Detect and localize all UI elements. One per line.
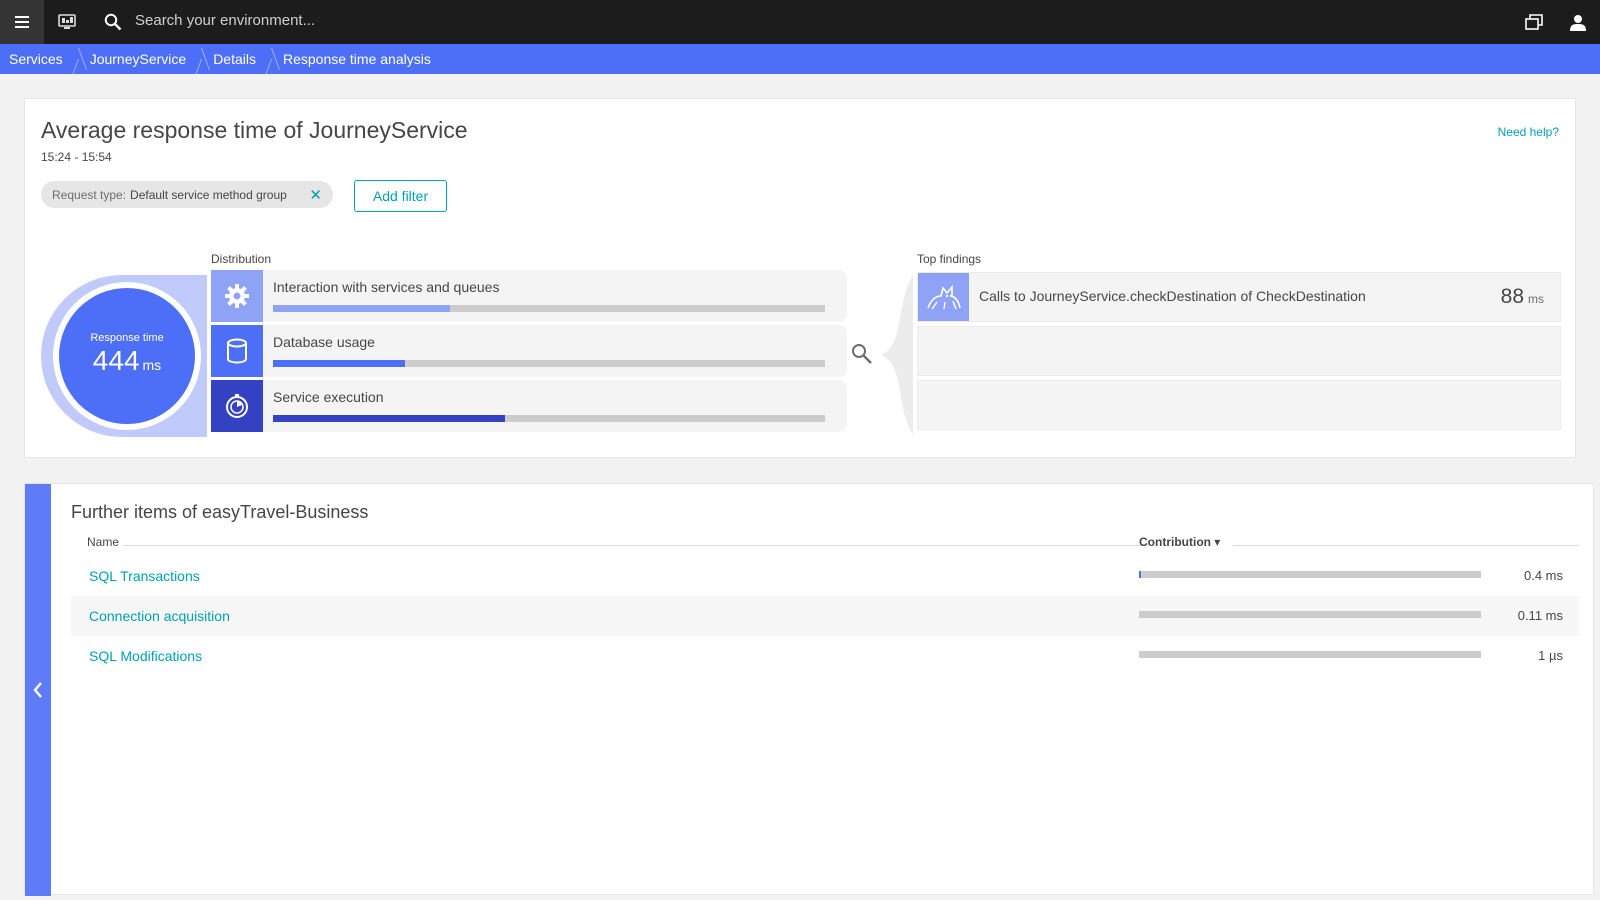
contribution-value: 0.11 ms [1517,608,1563,623]
response-time-label: Response time [90,332,164,344]
item-link-sql-modifications[interactable]: SQL Modifications [89,648,202,664]
search-button[interactable] [98,0,128,44]
distribution-row-services[interactable]: Interaction with services and queues [211,270,847,322]
findings-connector [881,275,913,435]
dist-icon-box-0 [211,270,263,322]
user-icon [1570,14,1586,31]
filter-chip: Request type: Default service method gro… [41,181,333,208]
distribution-row-execution[interactable]: Service execution [211,380,847,432]
table-row: SQL Transactions 0.4 ms [71,556,1579,596]
dist-icon-box-1 [211,325,263,377]
stopwatch-icon [226,394,248,418]
page-title: Average response time of JourneyService [41,117,468,143]
filter-value: Default service method group [130,187,287,202]
response-time-value-line: 444 ms [59,345,195,377]
finding-row[interactable]: Calls to JourneyService.checkDestination… [917,272,1561,322]
finding-value-line: 88 ms [1501,285,1544,309]
further-items-panel: Further items of easyTravel-Business Nam… [24,483,1594,896]
dist-name-2: Service execution [273,389,384,405]
breadcrumb-current: Response time analysis [282,51,431,67]
search-icon [104,13,122,31]
top-findings-label: Top findings [917,252,982,266]
response-time-inner: Response time 444 ms [59,288,195,424]
contribution-fill-0 [1139,571,1142,578]
collapse-panel-button[interactable] [25,484,51,896]
header-divider [1233,545,1579,546]
search-input[interactable]: Search your environment... [135,12,315,29]
breadcrumb: Services JourneyService Details Response… [0,44,1600,74]
contribution-value: 1 µs [1538,648,1563,663]
item-link-sql-transactions[interactable]: SQL Transactions [89,568,200,584]
magnifier-icon [852,344,872,364]
dashboard-button[interactable] [50,0,84,44]
need-help-link[interactable]: Need help? [1498,125,1559,139]
dist-bar-1 [273,360,825,367]
response-time-unit: ms [142,357,162,373]
dist-fill-1 [273,360,406,367]
table-row: Connection acquisition 0.11 ms [71,596,1579,636]
dist-bar-0 [273,305,825,312]
contribution-bar-2 [1139,651,1481,658]
finding-row-empty-1 [917,326,1561,376]
distribution-row-database[interactable]: Database usage [211,325,847,377]
finding-unit: ms [1528,292,1544,306]
dist-icon-box-2 [211,380,263,432]
tomcat-icon [926,284,961,310]
breadcrumb-services[interactable]: Services [0,44,81,74]
filter-key: Request type: [52,187,127,202]
dist-name-0: Interaction with services and queues [273,279,500,295]
further-items-title: Further items of easyTravel-Business [71,502,369,522]
database-icon [227,338,247,364]
contribution-bar-1 [1139,611,1481,618]
dist-bar-2 [273,415,825,422]
chevron-left-icon [33,682,42,698]
timeframe: 15:24 - 15:54 [41,150,112,164]
distribution-label: Distribution [211,252,272,266]
dist-fill-2 [273,415,505,422]
dashboard-icon [58,14,76,29]
table-row: SQL Modifications 1 µs [71,636,1579,676]
remove-filter-icon[interactable]: ✕ [309,186,322,204]
add-filter-button[interactable]: Add filter [354,180,447,212]
user-button[interactable] [1562,0,1594,44]
contribution-bar-0 [1139,571,1481,578]
windows-button[interactable] [1518,0,1550,44]
menu-button[interactable] [0,0,44,44]
contribution-value: 0.4 ms [1523,568,1563,583]
top-bar: Search your environment... [0,0,1600,44]
finding-icon-box [918,273,969,321]
response-time-circle: Response time 444 ms [53,282,201,430]
hamburger-icon [15,21,29,23]
header-divider [123,545,1147,546]
finding-text: Calls to JourneyService.checkDestination… [979,288,1366,304]
item-link-connection-acquisition[interactable]: Connection acquisition [89,608,230,624]
dist-fill-0 [273,305,450,312]
response-time-value: 444 [92,345,140,376]
column-header-contribution[interactable]: Contribution ▾ [1139,535,1220,549]
dist-name-1: Database usage [273,334,375,350]
breadcrumb-details[interactable]: Details [204,44,274,74]
response-time-panel: Average response time of JourneyService … [24,98,1576,458]
finding-value: 88 [1500,285,1524,308]
column-header-name[interactable]: Name [87,535,119,549]
windows-icon [1525,14,1543,30]
gear-icon [225,284,249,308]
breadcrumb-journeyservice[interactable]: JourneyService [81,44,205,74]
finding-row-empty-2 [917,380,1561,430]
